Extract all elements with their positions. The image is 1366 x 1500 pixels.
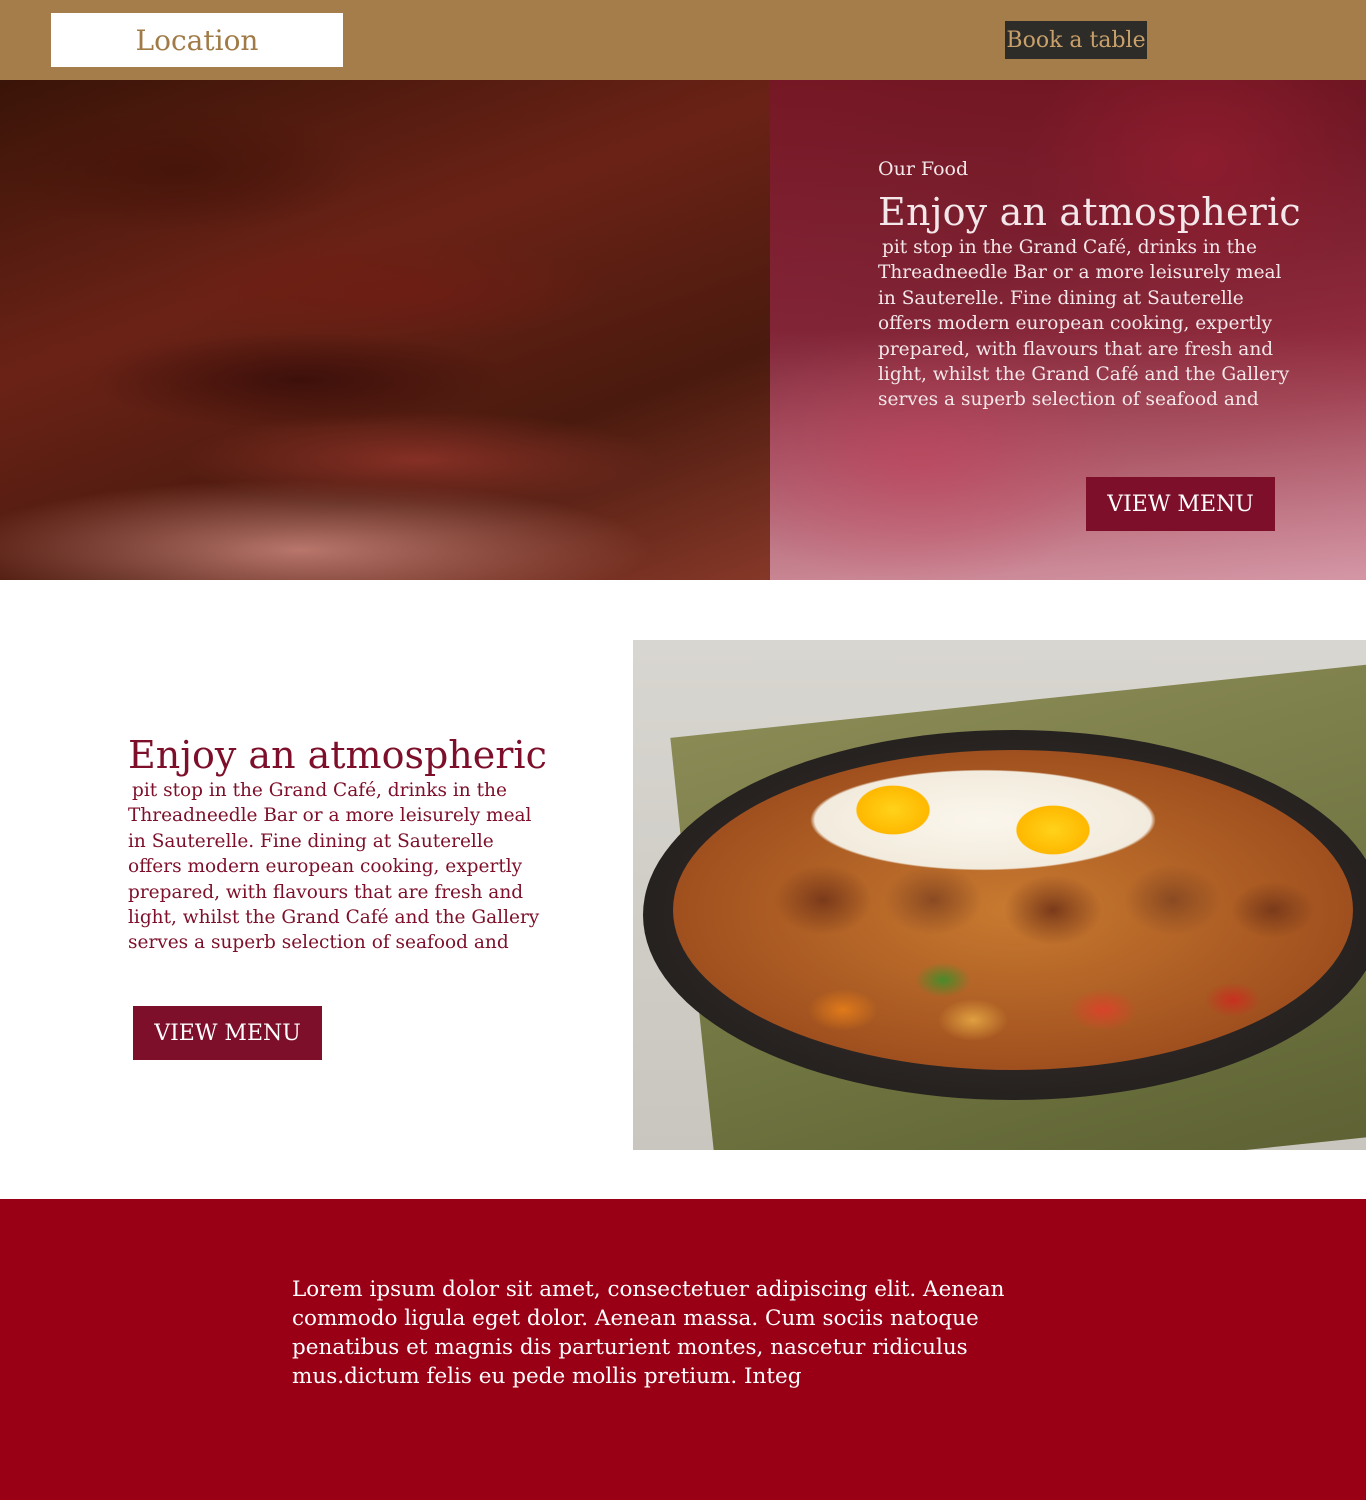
hero-kicker: Our Food [878,158,969,180]
header-bar: Location Book a table [0,0,1366,80]
hero-title: Enjoy an atmospheric [878,190,1301,234]
feature-body: pit stop in the Grand Café, drinks in th… [128,780,540,954]
feature-title: Enjoy an atmospheric [128,733,547,777]
location-button[interactable]: Location [51,13,343,67]
skillet-dish-photo [633,640,1366,1150]
feature-view-menu-button[interactable]: VIEW MENU [133,1006,322,1060]
book-table-label: Book a table [1006,27,1146,53]
feature-view-menu-label: VIEW MENU [154,1020,301,1046]
hero-body: pit stop in the Grand Café, drinks in th… [878,237,1290,411]
location-label: Location [135,23,259,57]
hero-view-menu-button[interactable]: VIEW MENU [1086,477,1275,531]
book-table-button[interactable]: Book a table [1005,21,1147,59]
food-shape [673,750,1353,1070]
footer-text: Lorem ipsum dolor sit amet, consectetuer… [292,1277,1005,1389]
hero-view-menu-label: VIEW MENU [1107,491,1254,517]
